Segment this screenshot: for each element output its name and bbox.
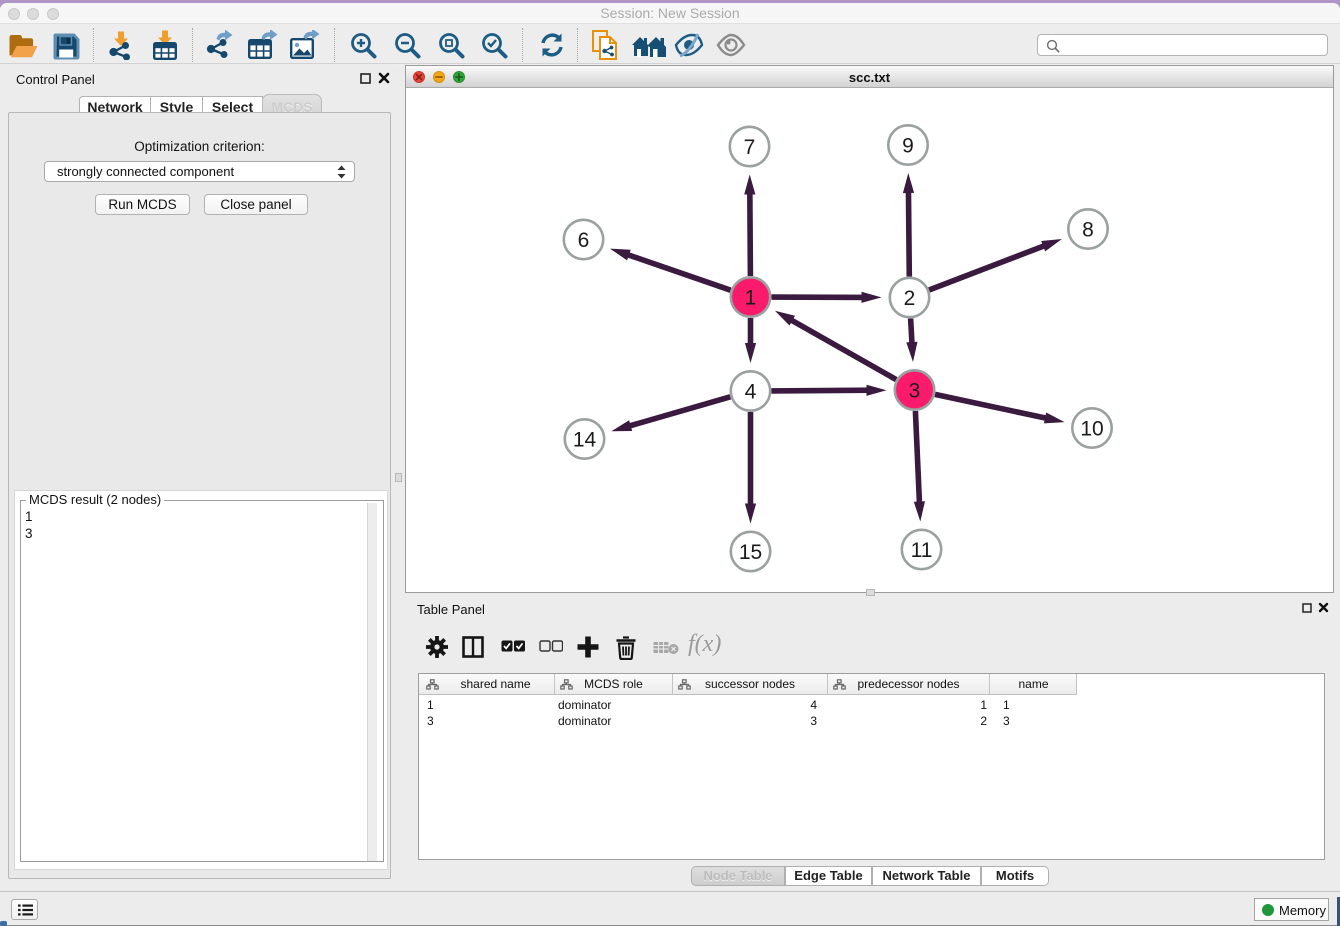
svg-text:15: 15	[739, 541, 762, 564]
svg-text:9: 9	[902, 135, 914, 158]
svg-text:1: 1	[745, 287, 757, 310]
svg-text:6: 6	[578, 229, 590, 252]
svg-text:2: 2	[904, 287, 916, 310]
svg-text:11: 11	[911, 539, 933, 562]
svg-text:3: 3	[909, 380, 921, 403]
svg-text:8: 8	[1082, 219, 1094, 242]
svg-text:14: 14	[573, 429, 597, 452]
svg-text:7: 7	[744, 136, 756, 159]
svg-text:10: 10	[1080, 418, 1103, 441]
svg-text:4: 4	[745, 381, 757, 404]
